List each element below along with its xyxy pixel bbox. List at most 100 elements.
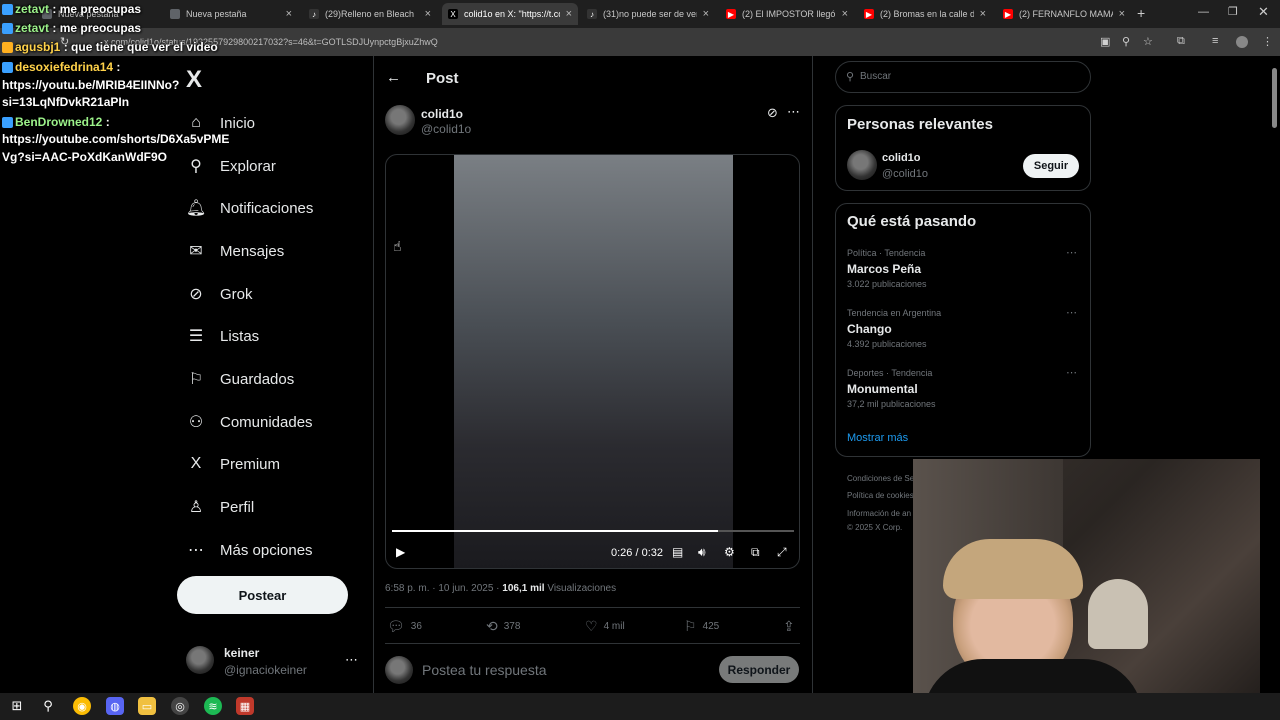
tab-close-icon[interactable]: × xyxy=(980,8,986,20)
chat-badge-icon xyxy=(2,4,13,16)
screenshot-icon[interactable]: ▣ xyxy=(1100,35,1110,48)
footer-link[interactable]: Condiciones de Ser xyxy=(847,474,917,483)
zoom-icon[interactable]: ⚲ xyxy=(1122,35,1130,48)
share-button[interactable]: ⇪ xyxy=(783,618,801,635)
reply-input[interactable]: Postea tu respuesta xyxy=(422,662,547,678)
trend-name[interactable]: Monumental xyxy=(847,382,918,396)
relevant-name[interactable]: colid1o xyxy=(882,152,921,164)
trend-more-icon[interactable]: ⋯ xyxy=(1066,306,1078,319)
menu-dots-icon[interactable]: ⋮ xyxy=(1262,35,1273,48)
discord-icon[interactable]: ◍ xyxy=(106,697,124,715)
chat-message: zetavt : me preocupas xyxy=(2,1,141,18)
repost-button[interactable]: ⟲ 378 xyxy=(486,618,520,635)
relevant-avatar[interactable] xyxy=(847,150,877,180)
browser-tab-active[interactable]: Xcolid1o en X: "https://t.co × xyxy=(442,3,578,25)
reply-avatar xyxy=(385,656,413,684)
fullscreen-icon[interactable]: ⤢ xyxy=(777,545,787,560)
search-box[interactable]: ⚲ Buscar xyxy=(835,61,1091,93)
profile-avatar-icon[interactable] xyxy=(1236,36,1248,48)
trend-more-icon[interactable]: ⋯ xyxy=(1066,366,1078,379)
x-logo-icon[interactable]: X xyxy=(186,66,202,94)
footer-link[interactable]: Información de an xyxy=(847,509,911,518)
relevant-handle[interactable]: @colid1o xyxy=(882,168,928,180)
nav-item-más-opciones[interactable]: ⋯ Más opciones xyxy=(186,535,313,565)
author-handle[interactable]: @colid1o xyxy=(421,122,471,136)
post-more-icon[interactable]: ⋯ xyxy=(787,104,800,120)
app-icon[interactable]: ▦ xyxy=(236,697,254,715)
trend-meta: Deportes · Tendencia xyxy=(847,368,933,378)
follow-button[interactable]: Seguir xyxy=(1023,154,1079,178)
media-icon[interactable]: ≡ xyxy=(1212,35,1218,47)
nav-item-comunidades[interactable]: ⚇ Comunidades xyxy=(186,407,313,437)
tab-close-icon[interactable]: × xyxy=(566,8,572,20)
tab-close-icon[interactable]: × xyxy=(286,8,292,20)
browser-tab[interactable]: ▶ (2) El IMPOSTOR llegó m × xyxy=(720,3,854,25)
video-progress-track[interactable] xyxy=(392,530,794,532)
tab-close-icon[interactable]: × xyxy=(703,8,709,20)
extensions-icon[interactable]: ⧉ xyxy=(1177,35,1185,48)
browser-tab[interactable]: Nueva pestaña × xyxy=(164,3,298,25)
chat-message: zetavt : me preocupas xyxy=(2,20,141,37)
post-button[interactable]: Postear xyxy=(177,576,348,614)
nav-item-notificaciones[interactable]: 🔔︎ Notificaciones xyxy=(186,193,314,223)
browser-tab[interactable]: ▶ (2) Bromas en la calle de × xyxy=(858,3,992,25)
maximize-button[interactable]: ❐ xyxy=(1228,5,1238,18)
nav-item-perfil[interactable]: ♙ Perfil xyxy=(186,492,254,522)
like-button[interactable]: ♡ 4 mil xyxy=(585,618,625,635)
volume-icon[interactable]: 🔊︎ xyxy=(698,545,706,560)
footer-copyright: © 2025 X Corp. xyxy=(847,523,903,532)
nav-item-label: Premium xyxy=(220,455,281,473)
new-tab-button[interactable]: + xyxy=(1137,5,1145,21)
nav-item-listas[interactable]: ☰ Listas xyxy=(186,321,259,351)
chrome-icon[interactable]: ◉ xyxy=(73,697,91,715)
close-window-button[interactable]: ✕ xyxy=(1258,4,1269,20)
spotify-icon[interactable]: ≋ xyxy=(204,697,222,715)
tab-close-icon[interactable]: × xyxy=(425,8,431,20)
tab-close-icon[interactable]: × xyxy=(842,8,848,20)
nav-item-mensajes[interactable]: ✉ Mensajes xyxy=(186,236,284,266)
picture-in-picture-icon[interactable]: ⧉ xyxy=(751,545,760,560)
back-arrow-icon[interactable]: ← xyxy=(386,69,401,86)
trend-name[interactable]: Chango xyxy=(847,322,892,336)
page-scrollbar[interactable] xyxy=(1272,68,1277,128)
obs-icon[interactable]: ◎ xyxy=(171,697,189,715)
nav-item-explorar[interactable]: ⚲ Explorar xyxy=(186,151,276,181)
play-icon[interactable]: ▶ xyxy=(396,545,405,559)
settings-gear-icon[interactable]: ⚙ xyxy=(724,545,735,559)
trend-more-icon[interactable]: ⋯ xyxy=(1066,246,1078,259)
windows-start-icon[interactable]: ⊞ xyxy=(8,697,26,715)
account-more-icon[interactable]: ⋯ xyxy=(345,652,358,668)
bookmark-star-icon[interactable]: ☆ xyxy=(1143,35,1153,48)
browser-tab[interactable]: ♪ (31)no puede ser de verd × xyxy=(581,3,715,25)
nav-item-guardados[interactable]: ⚐ Guardados xyxy=(186,364,294,394)
tab-close-icon[interactable]: × xyxy=(1119,8,1125,20)
author-avatar[interactable] xyxy=(385,105,415,135)
chat-message-line: Vg?si=AAC-PoXdKanWdF9O xyxy=(2,150,168,164)
author-name[interactable]: colid1o xyxy=(421,107,463,121)
browser-tab[interactable]: ♪ (29)Relleno en Bleach × xyxy=(303,3,437,25)
minimize-button[interactable]: — xyxy=(1198,6,1209,18)
footer-link[interactable]: Política de cookies xyxy=(847,491,914,500)
show-more-link[interactable]: Mostrar más xyxy=(847,432,908,444)
captions-icon[interactable]: ▤ xyxy=(672,545,683,559)
nav-item-label: Grok xyxy=(220,285,253,303)
account-name: keiner xyxy=(224,646,260,660)
taskbar-search-icon[interactable]: ⚲ xyxy=(39,697,57,715)
trend-name[interactable]: Marcos Peña xyxy=(847,262,921,276)
more-icon: ⋯ xyxy=(188,542,204,559)
search-placeholder: Buscar xyxy=(860,71,892,82)
video-player[interactable] xyxy=(385,154,800,569)
reply-button[interactable]: 💬︎ 36 xyxy=(387,618,422,635)
nav-item-premium[interactable]: X Premium xyxy=(186,449,280,479)
browser-tab[interactable]: ▶(2) FERNANFLO MAMA M× xyxy=(997,3,1131,25)
account-avatar[interactable] xyxy=(186,646,214,674)
nav-item-inicio[interactable]: ⌂ Inicio xyxy=(186,108,255,138)
bookmark-button[interactable]: ⚐ 425 xyxy=(684,618,719,635)
nav-item-grok[interactable]: ⊘ Grok xyxy=(186,279,253,309)
grok-icon[interactable]: ⊘ xyxy=(767,105,778,121)
reply-submit-button[interactable]: Responder xyxy=(719,656,799,683)
trend-count: 37,2 mil publicaciones xyxy=(847,399,936,409)
trend-count: 4.392 publicaciones xyxy=(847,339,927,349)
file-explorer-icon[interactable]: ▭ xyxy=(138,697,156,715)
search-icon: ⚲ xyxy=(190,158,202,175)
